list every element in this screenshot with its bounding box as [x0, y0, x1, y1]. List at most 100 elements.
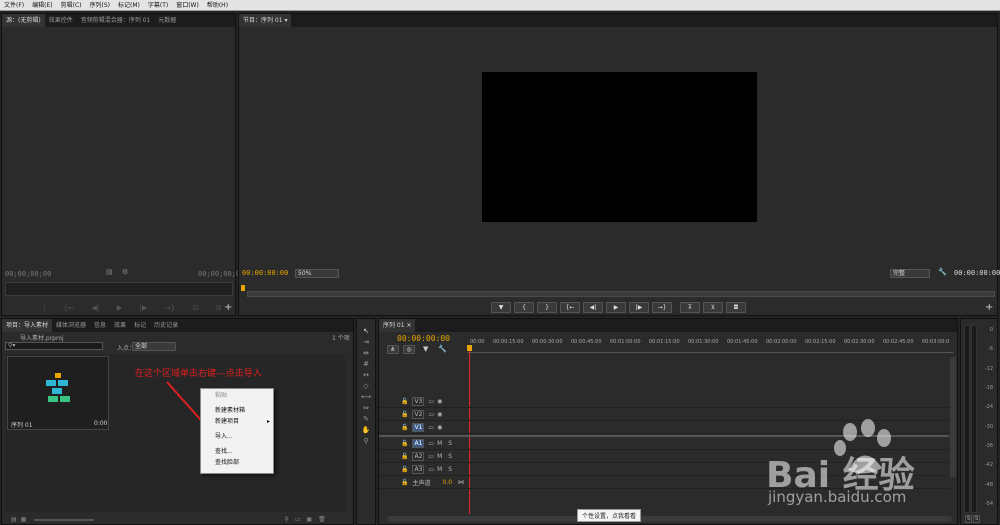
- mute-button[interactable]: M: [437, 453, 442, 460]
- slide-tool-icon[interactable]: ⇔: [361, 403, 371, 413]
- razor-tool-icon[interactable]: ◇: [361, 381, 371, 391]
- lock-icon[interactable]: 🔓: [401, 424, 408, 431]
- pen-tool-icon[interactable]: ✎: [361, 414, 371, 424]
- sync-icon[interactable]: ▭: [428, 453, 434, 460]
- tab-metadata[interactable]: 元数据: [154, 14, 180, 27]
- quality-select[interactable]: 完整: [890, 269, 930, 278]
- program-playhead-marker[interactable]: [241, 285, 245, 291]
- lock-icon[interactable]: 🔓: [401, 411, 408, 418]
- source-timecode-left[interactable]: 00;00;00;00: [5, 270, 51, 278]
- horizontal-scrollbar[interactable]: [387, 516, 952, 522]
- track-select-tool-icon[interactable]: ⇥: [361, 337, 371, 347]
- add-marker-icon[interactable]: ▼: [423, 345, 428, 354]
- rate-stretch-tool-icon[interactable]: ↔: [361, 370, 371, 380]
- program-scrub-bar[interactable]: [247, 291, 995, 297]
- source-add-button-icon[interactable]: +: [224, 302, 232, 313]
- program-add-button-icon[interactable]: +: [985, 302, 993, 313]
- export-frame-button[interactable]: ◘: [726, 302, 746, 313]
- menu-item-new-bin[interactable]: 新建素材箱: [201, 405, 273, 416]
- extract-button[interactable]: ⊻: [703, 302, 723, 313]
- sync-icon[interactable]: ▭: [428, 440, 434, 447]
- zoom-slider[interactable]: [34, 518, 95, 521]
- tab-program[interactable]: 节目：序列 01 ▾: [239, 14, 292, 27]
- search-input[interactable]: ⚲▾: [5, 342, 103, 350]
- step-forward-button[interactable]: |▶: [629, 302, 649, 313]
- mute-button[interactable]: M: [437, 466, 442, 473]
- go-to-in-icon[interactable]: {←: [64, 304, 74, 314]
- menu-item-find[interactable]: 查找...: [201, 446, 273, 457]
- zoom-select[interactable]: 50%: [295, 269, 339, 278]
- tab-media-browser[interactable]: 媒体浏览器: [52, 319, 90, 332]
- fit-icon[interactable]: ▤: [106, 268, 113, 276]
- program-timecode-right[interactable]: 00:00:00:00: [954, 269, 1000, 277]
- source-scrub-bar[interactable]: [5, 282, 233, 296]
- menu-help[interactable]: 帮助(H): [203, 0, 232, 11]
- add-marker-button[interactable]: ▼: [491, 302, 511, 313]
- track-label[interactable]: A2: [412, 451, 425, 461]
- selection-tool-icon[interactable]: ↖: [361, 326, 371, 336]
- menu-marker[interactable]: 标记(M): [114, 0, 144, 11]
- insert-icon[interactable]: ⊡: [193, 304, 199, 314]
- inpoint-select[interactable]: 全部: [132, 342, 176, 351]
- tab-effects[interactable]: 效果: [110, 319, 130, 332]
- tab-info[interactable]: 信息: [90, 319, 110, 332]
- eye-icon[interactable]: ◉: [437, 398, 442, 405]
- settings-icon[interactable]: ⚙: [122, 268, 128, 276]
- overwrite-icon[interactable]: ⊟: [216, 304, 222, 314]
- sync-icon[interactable]: ▭: [428, 398, 434, 405]
- slip-tool-icon[interactable]: ⟷: [361, 392, 371, 402]
- program-timecode[interactable]: 00:00:00:00: [242, 269, 288, 277]
- step-forward-icon[interactable]: |▶: [140, 304, 148, 314]
- play-button[interactable]: ▶: [606, 302, 626, 313]
- sync-icon[interactable]: ▭: [428, 466, 434, 473]
- hand-tool-icon[interactable]: ✋: [361, 425, 371, 435]
- track-label[interactable]: A3: [412, 464, 425, 474]
- menu-file[interactable]: 文件(F): [0, 0, 28, 11]
- menu-item-new-item[interactable]: 新建项目 ▸: [201, 416, 273, 427]
- play-icon[interactable]: ▶: [117, 304, 122, 314]
- tab-source[interactable]: 源：(无剪辑): [2, 14, 45, 27]
- tab-project[interactable]: 项目：导入素材: [2, 319, 53, 332]
- track-label[interactable]: V1: [412, 422, 425, 432]
- ripple-edit-tool-icon[interactable]: ⇹: [361, 348, 371, 358]
- tab-effect-controls[interactable]: 效果控件: [45, 14, 77, 27]
- eye-icon[interactable]: ◉: [437, 424, 442, 431]
- lock-icon[interactable]: 🔓: [401, 440, 408, 447]
- tab-markers[interactable]: 标记: [130, 319, 150, 332]
- go-to-out-button[interactable]: →}: [652, 302, 672, 313]
- go-to-icon[interactable]: ⋈: [458, 479, 464, 486]
- menu-sequence[interactable]: 序列(S): [86, 0, 115, 11]
- linked-selection-button[interactable]: ◎: [403, 345, 415, 354]
- timeline-timecode[interactable]: 00:00:00:00: [397, 334, 450, 343]
- list-view-icon[interactable]: ▤: [11, 516, 17, 523]
- step-back-button[interactable]: ◀|: [583, 302, 603, 313]
- solo-button[interactable]: S: [448, 440, 452, 447]
- add-marker-icon[interactable]: ┆: [42, 304, 46, 314]
- go-to-in-button[interactable]: {←: [560, 302, 580, 313]
- snap-button[interactable]: ⋔: [387, 345, 399, 354]
- new-bin-icon[interactable]: ▭: [295, 516, 301, 523]
- menu-window[interactable]: 窗口(W): [172, 0, 203, 11]
- mark-in-button[interactable]: {: [514, 302, 534, 313]
- lift-button[interactable]: ⊼: [680, 302, 700, 313]
- solo-button[interactable]: S: [448, 466, 452, 473]
- tab-sequence[interactable]: 序列 01 ✕: [379, 319, 416, 332]
- menu-item-find-faces[interactable]: 查找脸部: [201, 457, 273, 468]
- clip-thumbnail[interactable]: 序列 01 0:00: [7, 356, 109, 430]
- mark-out-button[interactable]: }: [537, 302, 557, 313]
- track-label[interactable]: V2: [412, 409, 425, 419]
- lock-icon[interactable]: 🔓: [401, 466, 408, 473]
- solo-button[interactable]: S: [448, 453, 452, 460]
- project-bin-area[interactable]: 序列 01 0:00 在这个区域单击右键---点击导入: [5, 354, 345, 512]
- sync-icon[interactable]: ▭: [428, 411, 434, 418]
- tab-history[interactable]: 历史记录: [150, 319, 182, 332]
- delete-icon[interactable]: 🗑: [318, 516, 326, 523]
- menu-clip[interactable]: 剪辑(C): [57, 0, 86, 11]
- zoom-tool-icon[interactable]: ⚲: [361, 436, 371, 446]
- master-volume[interactable]: 0.0: [443, 479, 453, 486]
- rolling-edit-tool-icon[interactable]: #: [361, 359, 371, 369]
- wrench-icon[interactable]: 🔧: [938, 268, 947, 276]
- icon-view-icon[interactable]: ▦: [21, 516, 27, 523]
- mute-button[interactable]: M: [437, 440, 442, 447]
- menu-item-import[interactable]: 导入...: [201, 431, 273, 442]
